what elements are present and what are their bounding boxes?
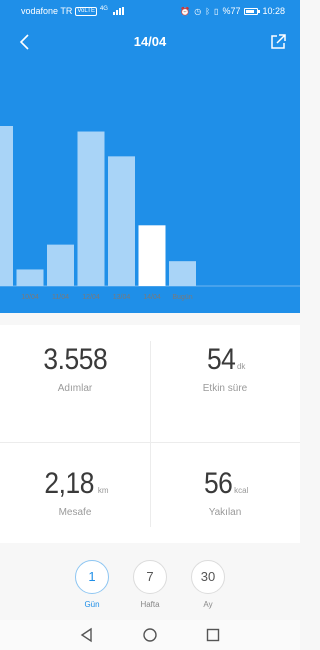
chart-tick-label: Bugün — [172, 294, 192, 301]
calories-value: 56 — [203, 467, 233, 500]
tab-day-label: Gün — [84, 600, 100, 609]
battery-icon — [244, 7, 261, 15]
stat-steps: 3.558 Adımlar — [0, 343, 150, 394]
chart-bar[interactable] — [108, 156, 135, 286]
navigation-bar — [0, 620, 300, 650]
chart-bar[interactable] — [16, 269, 44, 286]
period-tabs: 1 Gün 7 Hafta 30 Ay — [0, 560, 300, 620]
tab-month[interactable]: 30 Ay — [188, 560, 228, 609]
tab-week[interactable]: 7 Hafta — [130, 560, 170, 609]
chart-bar[interactable] — [77, 131, 105, 286]
carrier-group: vodafone TR VoLTE 4G — [21, 6, 124, 16]
share-icon[interactable] — [268, 32, 288, 52]
network-type: 4G — [99, 5, 108, 12]
distance-value: 2,18 — [44, 467, 95, 500]
stat-calories: 56 kcal Yakılan — [150, 467, 300, 518]
nav-recents-icon[interactable] — [204, 626, 222, 644]
signal-icon — [112, 7, 124, 15]
battery-percent: %77 — [222, 6, 241, 16]
chart-tick-label: 14/04 — [143, 294, 161, 301]
distance-label: Mesafe — [58, 507, 92, 518]
stat-distance: 2,18 km Mesafe — [0, 467, 150, 518]
page-title: 14/04 — [133, 34, 167, 49]
calories-unit: kcal — [234, 486, 249, 495]
stats-card: 3.558 Adımlar 54 dk Etkin süre 2,18 km Mes… — [0, 325, 300, 543]
alarm-icon: ⏰ — [180, 6, 191, 16]
status-time: 10:28 — [262, 6, 285, 16]
chart-bar[interactable] — [0, 126, 13, 286]
clock-icon: ◷ — [194, 6, 202, 16]
stats-section: 3.558 Adımlar 54 dk Etkin süre 2,18 km Mes… — [0, 313, 300, 553]
nav-home-icon[interactable] — [141, 626, 159, 644]
bluetooth-icon: ᛒ — [205, 6, 211, 16]
active-time-unit: dk — [236, 362, 246, 371]
tab-week-value[interactable]: 7 — [133, 560, 167, 594]
stat-active-time: 54 dk Etkin süre — [150, 343, 300, 394]
tab-month-label: Ay — [203, 600, 213, 609]
tab-day[interactable]: 1 Gün — [72, 560, 112, 609]
distance-unit: km — [97, 486, 109, 495]
tab-day-value[interactable]: 1 — [75, 560, 109, 594]
status-icons: ⏰ ◷ ᛒ ▯ %77 10:28 — [180, 6, 285, 16]
volte-badge: VoLTE — [75, 6, 97, 16]
steps-bar-chart[interactable]: 10/04 11/04 12/04 13/04 14/04 Bugün — [0, 60, 300, 310]
nav-back-icon[interactable] — [78, 626, 96, 644]
chart-tick-label: 12/04 — [82, 294, 100, 301]
divider — [0, 442, 300, 443]
chart-tick-label: 11/04 — [52, 294, 69, 301]
header: 14/04 — [0, 28, 300, 56]
active-time-value: 54 — [206, 343, 236, 376]
chart-bar[interactable] — [138, 225, 166, 286]
vibrate-icon: ▯ — [214, 6, 219, 16]
chart-bar[interactable] — [47, 244, 74, 286]
calories-label: Yakılan — [208, 507, 242, 518]
chart-bar[interactable] — [169, 261, 196, 286]
tab-month-value[interactable]: 30 — [191, 560, 225, 594]
steps-value: 3.558 — [43, 343, 107, 376]
chart-tick-label: 13/04 — [113, 294, 131, 301]
carrier-name: vodafone TR — [21, 6, 73, 16]
steps-label: Adımlar — [57, 383, 93, 394]
chart-tick-label: 10/04 — [21, 294, 39, 301]
active-time-label: Etkin süre — [202, 383, 248, 394]
tab-week-label: Hafta — [140, 600, 160, 609]
status-bar: vodafone TR VoLTE 4G ⏰ ◷ ᛒ ▯ %77 10:28 — [0, 0, 300, 22]
